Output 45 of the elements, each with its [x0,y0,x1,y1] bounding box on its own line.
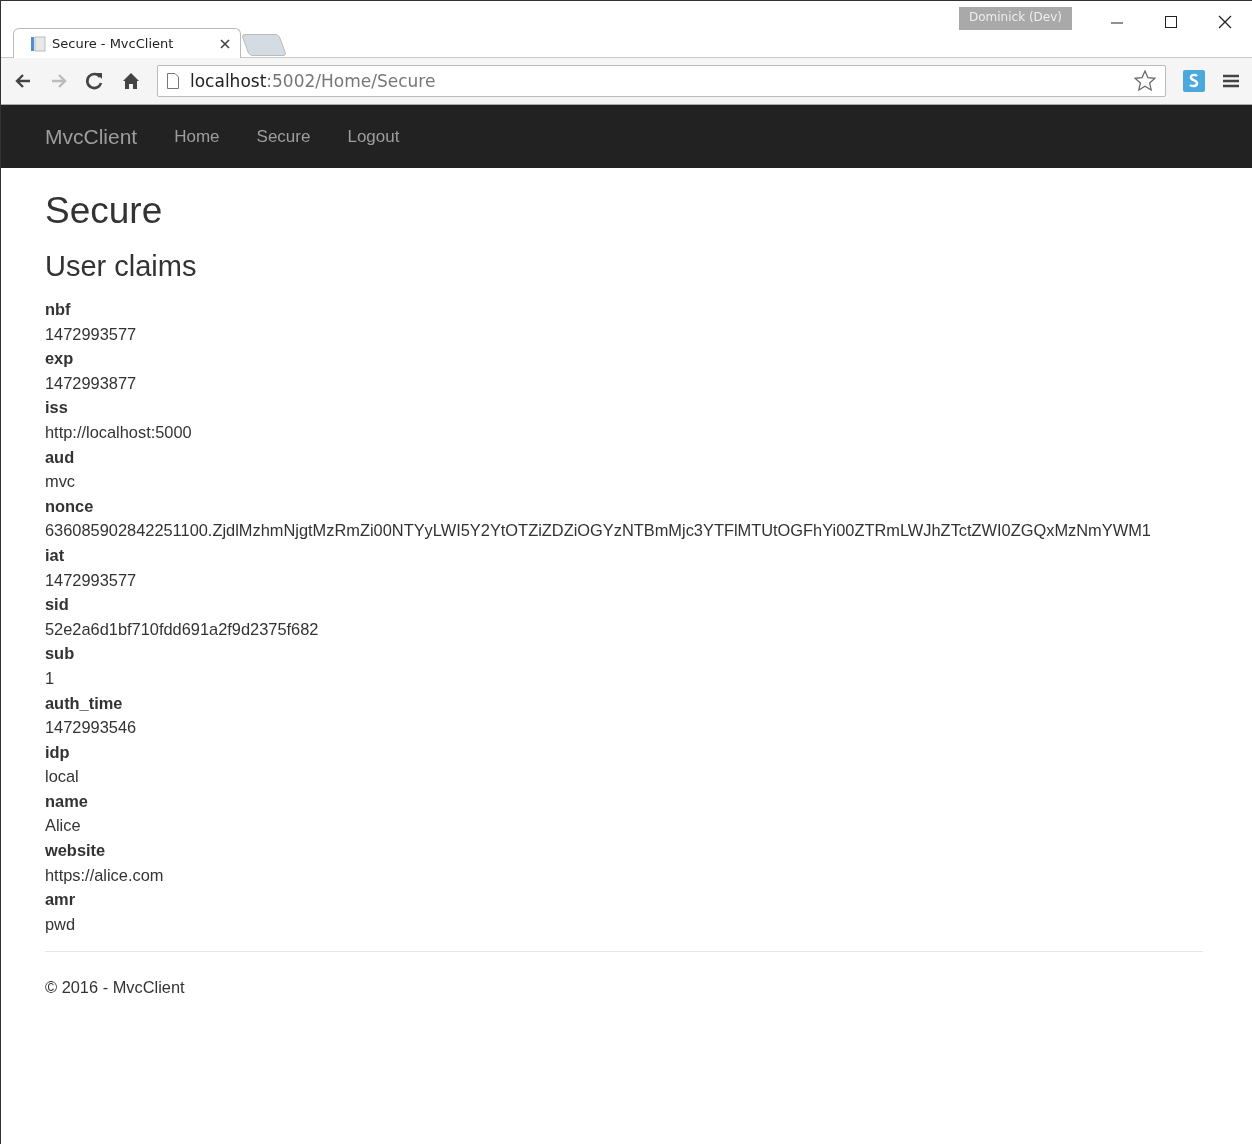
claim-type: sub [45,643,76,665]
nav-link[interactable]: Logout [347,126,400,147]
footer-text: © 2016 - MvcClient [45,978,186,998]
claim-type: exp [45,348,75,370]
claim-value: 1472993546 [45,717,138,739]
close-icon[interactable] [220,38,230,49]
close-icon[interactable] [1218,15,1232,29]
claim-type: iat [45,544,66,566]
claim-value: mvc [45,471,77,493]
claim-value: 1472993577 [45,569,138,591]
browser-tab[interactable]: Secure - MvcClient [13,28,241,58]
claim-value: http://localhost:5000 [45,421,193,443]
claim-type: amr [45,889,77,911]
claim-value: 52e2a6d1bf710fdd691a2f9d2375f682 [45,618,320,640]
claim-value: 1472993877 [45,372,138,394]
page-icon [30,35,46,52]
claim-type: aud [45,446,76,468]
claim-value: Alice [45,815,82,837]
menu-icon[interactable] [1222,72,1240,90]
address-field[interactable]: localhost:5002/Home/Secure [157,65,1166,97]
nav-link[interactable]: Secure [256,126,311,147]
claim-type: nbf [45,299,72,320]
section-title: User claims [45,250,198,283]
claim-value: 1472993577 [45,323,138,345]
claim-value: https://alice.com [45,864,165,886]
maximize-icon[interactable] [1164,15,1178,29]
page-title: Secure [45,190,164,232]
extension-icon[interactable] [1182,69,1206,93]
reload-icon[interactable] [85,71,105,91]
claim-type: sid [45,594,70,616]
home-icon[interactable] [121,71,141,91]
brand-link[interactable]: MvcClient [45,124,138,149]
star-icon[interactable] [1133,69,1157,93]
claim-type: iss [45,397,69,419]
claim-type: auth_time [45,692,124,714]
claim-type: name [45,790,89,812]
claim-value: local [45,766,80,788]
nav-link[interactable]: Home [174,126,220,147]
claim-type: idp [45,741,71,763]
claim-value: pwd [45,913,77,935]
claim-value: 1 [45,667,56,689]
claim-type: website [45,840,107,862]
page-icon [166,73,180,89]
claim-value: 636085902842251100.ZjdlMzhmNjgtMzRmZi00NTYyLWI5Y2YtOTZiZDZiOGYzNTBmMjc3YTFlMTUtOGFhYi00ZTRmLWJhZTctZWI0ZGQxMzNmYWM1 [45,520,1152,542]
claim-type: nonce [45,495,95,517]
